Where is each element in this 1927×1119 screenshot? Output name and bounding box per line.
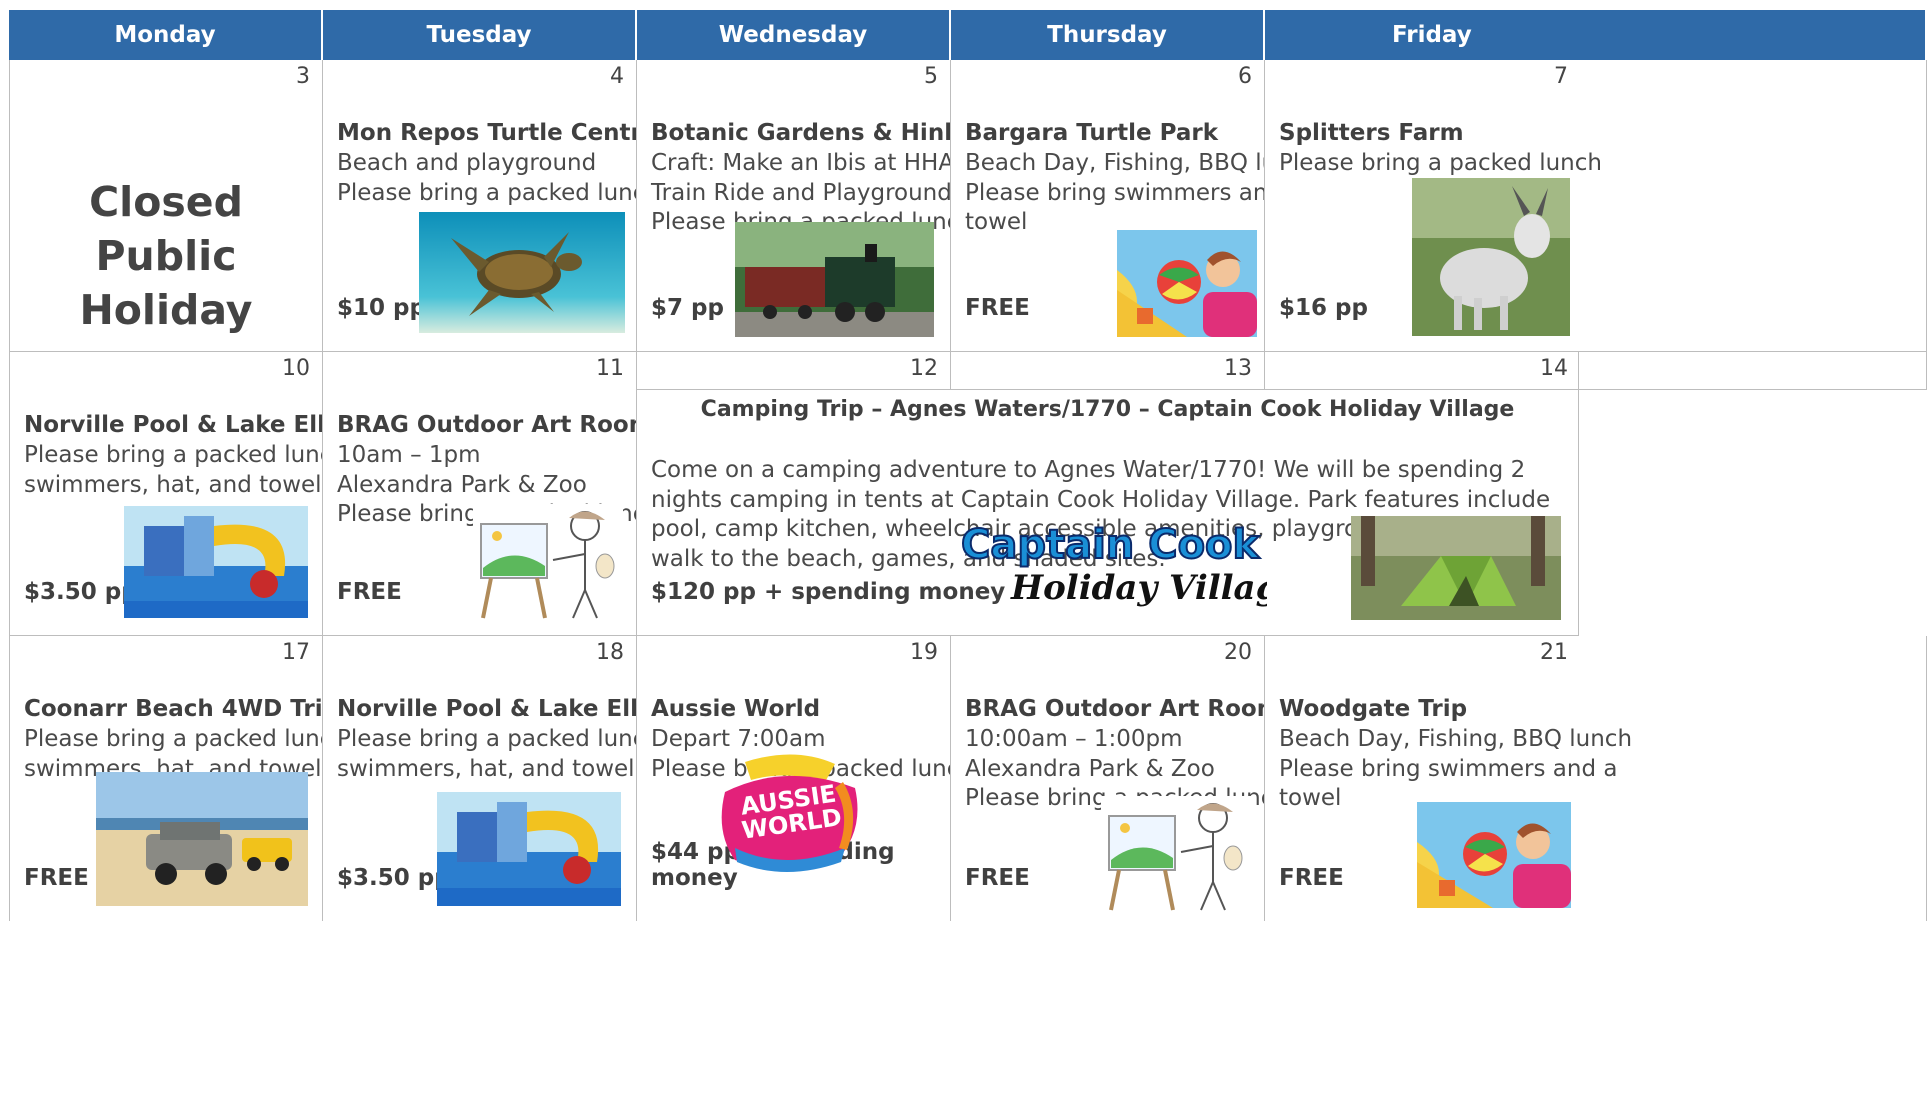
day-cell-7: 7 Splitters Farm Please bring a packed l… bbox=[1265, 60, 1927, 352]
water-slide-photo bbox=[437, 792, 621, 906]
detail-line: Please bring swimmers and a bbox=[1279, 755, 1618, 782]
camping-title: Camping Trip – Agnes Waters/1770 – Capta… bbox=[700, 397, 1515, 422]
tent-photo bbox=[1351, 516, 1561, 620]
price: $7 pp bbox=[651, 295, 724, 321]
activity-title: Aussie World bbox=[651, 696, 821, 722]
price: $3.50 pp bbox=[24, 579, 138, 605]
date-number: 18 bbox=[596, 640, 624, 665]
detail-line: Please bring swimmers and a bbox=[965, 179, 1264, 206]
closed-label: Closed bbox=[89, 178, 243, 226]
activity-title: Norville Pool & Lake Ellen Park bbox=[337, 696, 636, 722]
detail-line: Please bring a packed lunch, bbox=[24, 442, 323, 468]
detail-line: Train Ride and Playground bbox=[651, 179, 951, 206]
day-cell-20: 20 BRAG Outdoor Art Room 10:00am – 1:00p… bbox=[951, 636, 1265, 921]
painter-easel-illustration bbox=[473, 504, 623, 620]
date-number: 10 bbox=[282, 356, 310, 381]
day-cell-3: 3 Closed Public Holiday bbox=[9, 60, 323, 352]
detail-line: Alexandra Park & Zoo bbox=[965, 755, 1215, 782]
detail-line: Please bring a packed lunch bbox=[337, 179, 637, 206]
date-number: 19 bbox=[910, 640, 938, 665]
day-cell-4: 4 Mon Repos Turtle Centre Beach and play… bbox=[323, 60, 637, 352]
price: FREE bbox=[965, 295, 1030, 321]
price: FREE bbox=[337, 579, 402, 605]
detail-line: towel bbox=[1279, 785, 1342, 811]
date-number: 3 bbox=[296, 64, 310, 89]
camping-trip-block: Camping Trip – Agnes Waters/1770 – Capta… bbox=[637, 352, 1579, 636]
detail-line: Beach Day, Fishing, BBQ lunch bbox=[1279, 726, 1633, 752]
activity-title: Bargara Turtle Park bbox=[965, 120, 1219, 146]
steam-train-photo bbox=[735, 222, 934, 337]
day-cell-17: 17 Coonarr Beach 4WD Trip Please bring a… bbox=[9, 636, 323, 921]
day-cell-10: 10 Norville Pool & Lake Ellen Park Pleas… bbox=[9, 352, 323, 636]
detail-line: 10:00am – 1:00pm bbox=[965, 726, 1183, 752]
beach-ball-boy-illustration bbox=[1417, 802, 1571, 908]
activity-title: Splitters Farm bbox=[1279, 120, 1464, 146]
logo-line-1: Captain Cook bbox=[960, 524, 1260, 568]
activity-title: BRAG Outdoor Art Room bbox=[337, 412, 637, 438]
sea-turtle-photo bbox=[419, 212, 625, 333]
detail-line: Please bring a packed lunch, bbox=[337, 726, 637, 752]
activity-title: BRAG Outdoor Art Room bbox=[965, 696, 1265, 722]
day-cell-19: 19 Aussie World Depart 7:00am Please bri… bbox=[637, 636, 951, 921]
day-cell-5: 5 Botanic Gardens & Hinkler Hall Craft: … bbox=[637, 60, 951, 352]
4wd-beach-photo bbox=[96, 772, 308, 906]
beach-ball-boy-illustration bbox=[1117, 230, 1257, 337]
logo-line-2: Holiday Village bbox=[1011, 568, 1267, 608]
price: $16 pp bbox=[1279, 295, 1368, 321]
detail-line: 10am – 1pm bbox=[337, 442, 481, 468]
activity-details: Please bring a packed lunch, swimmers, h… bbox=[337, 725, 637, 784]
detail-line: Please bring a packed lunch bbox=[1279, 150, 1602, 176]
activity-title: Woodgate Trip bbox=[1279, 696, 1468, 722]
detail-line: Beach and playground bbox=[337, 150, 597, 176]
price: FREE bbox=[1279, 865, 1344, 891]
header-friday: Friday bbox=[1265, 10, 1927, 60]
price: FREE bbox=[965, 865, 1030, 891]
activity-details: Beach Day, Fishing, BBQ lunch Please bri… bbox=[965, 149, 1264, 238]
activity-details: Please bring a packed lunch bbox=[1279, 149, 1918, 179]
detail-line: Alexandra Park & Zoo bbox=[337, 471, 587, 498]
price: FREE bbox=[24, 865, 89, 891]
captain-cook-logo: Captain Cook Holiday Village bbox=[957, 524, 1267, 614]
date-number: 7 bbox=[1554, 64, 1568, 89]
detail-line: Beach Day, Fishing, BBQ lunch bbox=[965, 150, 1264, 176]
aussie-world-logo: AUSSIE WORLD bbox=[715, 752, 865, 876]
detail-line: swimmers, hat, and towel bbox=[337, 755, 635, 782]
goat-photo bbox=[1412, 178, 1570, 336]
date-number: 17 bbox=[282, 640, 310, 665]
day-cell-11: 11 BRAG Outdoor Art Room 10am – 1pm Alex… bbox=[323, 352, 637, 636]
date-number: 4 bbox=[610, 64, 624, 89]
calendar: Monday Tuesday Wednesday Thursday Friday… bbox=[9, 10, 1927, 1119]
detail-line: Craft: Make an Ibis at HHA bbox=[651, 150, 951, 176]
water-slide-photo bbox=[124, 506, 308, 618]
activity-title: Botanic Gardens & Hinkler Hall bbox=[651, 120, 950, 146]
painter-easel-illustration bbox=[1101, 796, 1251, 912]
price: $3.50 pp bbox=[337, 865, 451, 891]
day-cell-18: 18 Norville Pool & Lake Ellen Park Pleas… bbox=[323, 636, 637, 921]
price: $10 pp bbox=[337, 295, 426, 321]
day-cell-21: 21 Woodgate Trip Beach Day, Fishing, BBQ… bbox=[1265, 636, 1927, 921]
detail-line: swimmers, hat, and towel bbox=[24, 471, 322, 498]
activity-title: Norville Pool & Lake Ellen Park bbox=[24, 412, 322, 438]
date-number: 6 bbox=[1238, 64, 1252, 89]
activity-details: Beach Day, Fishing, BBQ lunch Please bri… bbox=[1279, 725, 1918, 814]
detail-line: Please bring a packed lunch, bbox=[24, 726, 323, 752]
date-number: 20 bbox=[1224, 640, 1252, 665]
activity-details: Beach and playground Please bring a pack… bbox=[337, 149, 637, 208]
header-monday: Monday bbox=[9, 10, 323, 60]
date-number: 11 bbox=[596, 356, 624, 381]
closed-notice: Closed Public Holiday bbox=[10, 175, 322, 337]
camping-price: $120 pp + spending money bbox=[651, 579, 1006, 605]
date-number: 5 bbox=[924, 64, 938, 89]
activity-title: Mon Repos Turtle Centre bbox=[337, 120, 637, 146]
detail-line: Depart 7:00am bbox=[651, 726, 826, 752]
header-thursday: Thursday bbox=[951, 10, 1265, 60]
header-wednesday: Wednesday bbox=[637, 10, 951, 60]
activity-title: Coonarr Beach 4WD Trip bbox=[24, 696, 323, 722]
date-number: 21 bbox=[1540, 640, 1568, 665]
header-tuesday: Tuesday bbox=[323, 10, 637, 60]
public-holiday-label: Public Holiday bbox=[79, 232, 253, 334]
activity-details: Please bring a packed lunch, swimmers, h… bbox=[24, 441, 323, 500]
day-cell-6: 6 Bargara Turtle Park Beach Day, Fishing… bbox=[951, 60, 1265, 352]
